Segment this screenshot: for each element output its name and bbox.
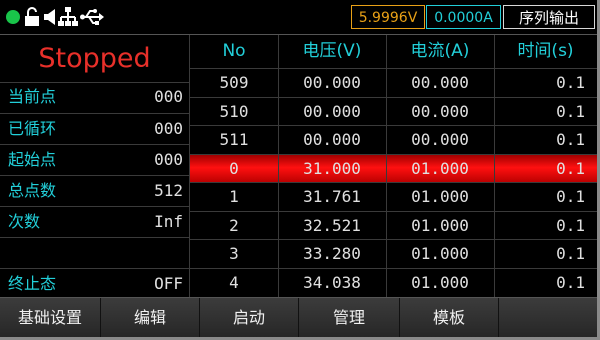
cell-current: 01.000 bbox=[411, 215, 469, 235]
info-value: Inf bbox=[154, 212, 183, 231]
table-row[interactable]: 1 31.761 01.000 0.1 bbox=[190, 183, 597, 211]
divider bbox=[0, 268, 189, 269]
info-label: 当前点 bbox=[8, 87, 57, 106]
cell-time: 0.1 bbox=[556, 244, 585, 263]
status-bar: 5.9996V 0.0000A 序列输出 bbox=[0, 0, 597, 34]
info-row-empty bbox=[0, 239, 189, 266]
cell-current: 01.000 bbox=[411, 272, 469, 292]
status-dot-icon bbox=[6, 10, 20, 24]
divider bbox=[0, 206, 189, 207]
info-value: 000 bbox=[154, 150, 183, 169]
cell-voltage: 32.521 bbox=[303, 215, 361, 235]
info-label: 次数 bbox=[8, 212, 41, 231]
info-label: 起始点 bbox=[8, 150, 57, 169]
column-divider bbox=[386, 35, 387, 297]
cell-no: 509 bbox=[219, 73, 249, 92]
network-icon bbox=[58, 7, 78, 26]
device-screen: 5.9996V 0.0000A 序列输出 Stopped 当前点 000 已循环… bbox=[0, 0, 600, 340]
cell-voltage: 34.038 bbox=[303, 272, 361, 292]
sequence-info-panel: Stopped 当前点 000 已循环 000 起始点 000 总点数 512 … bbox=[0, 35, 189, 297]
softkey-basic-settings[interactable]: 基础设置 bbox=[0, 298, 101, 337]
cell-no: 2 bbox=[229, 215, 239, 235]
column-header-no: No bbox=[222, 41, 246, 61]
table-row[interactable]: 3 33.280 01.000 0.1 bbox=[190, 240, 597, 268]
divider bbox=[0, 175, 189, 176]
cell-no: 510 bbox=[219, 101, 249, 121]
info-value: OFF bbox=[154, 274, 183, 293]
current-readout: 0.0000A bbox=[426, 5, 501, 29]
cell-voltage: 00.000 bbox=[303, 101, 361, 121]
softkey-template[interactable]: 模板 bbox=[400, 298, 499, 337]
divider bbox=[0, 237, 189, 238]
softkey-bar: 基础设置 编辑 启动 管理 模板 bbox=[0, 297, 597, 337]
info-row-cycled: 已循环 000 bbox=[0, 115, 189, 142]
info-row-current-point: 当前点 000 bbox=[0, 83, 189, 110]
info-label: 已循环 bbox=[8, 119, 57, 138]
cell-current: 00.000 bbox=[411, 73, 469, 92]
table-row-selected[interactable]: 0 31.000 01.000 0.1 bbox=[190, 154, 597, 183]
cell-no: 1 bbox=[229, 187, 239, 206]
cell-voltage: 00.000 bbox=[303, 130, 361, 149]
divider bbox=[0, 144, 189, 145]
table-row[interactable]: 510 00.000 00.000 0.1 bbox=[190, 98, 597, 126]
cell-voltage: 31.761 bbox=[303, 187, 361, 206]
info-value: 512 bbox=[154, 181, 183, 200]
info-row-end-state: 终止态 OFF bbox=[0, 270, 189, 297]
table-row[interactable]: 509 00.000 00.000 0.1 bbox=[190, 69, 597, 97]
info-label: 终止态 bbox=[8, 274, 57, 293]
info-row-count: 次数 Inf bbox=[0, 208, 189, 235]
cell-time: 0.1 bbox=[556, 73, 585, 92]
cell-current: 01.000 bbox=[411, 158, 469, 178]
column-header-current: 电流(A) bbox=[410, 41, 470, 61]
softkey-start[interactable]: 启动 bbox=[200, 298, 299, 337]
voltage-readout: 5.9996V bbox=[351, 5, 425, 29]
info-value: 000 bbox=[154, 119, 183, 138]
speaker-icon bbox=[44, 9, 55, 25]
column-divider bbox=[494, 35, 495, 297]
softkey-empty[interactable] bbox=[499, 298, 597, 337]
info-value: 000 bbox=[154, 87, 183, 106]
column-divider bbox=[278, 35, 279, 297]
column-header-voltage: 电压(V) bbox=[302, 41, 362, 61]
cell-no: 3 bbox=[229, 244, 239, 263]
softkey-edit[interactable]: 编辑 bbox=[101, 298, 200, 337]
usb-icon bbox=[80, 9, 104, 25]
divider bbox=[0, 113, 189, 114]
column-header-time: 时间(s) bbox=[517, 41, 574, 61]
cell-time: 0.1 bbox=[556, 272, 585, 292]
cell-time: 0.1 bbox=[556, 187, 585, 206]
sequence-table: No 电压(V) 电流(A) 时间(s) 509 00.000 00.000 0.1 5… bbox=[190, 35, 597, 297]
table-row[interactable]: 2 32.521 01.000 0.1 bbox=[190, 212, 597, 240]
run-state: Stopped bbox=[38, 43, 151, 74]
cell-current: 00.000 bbox=[411, 130, 469, 149]
cell-time: 0.1 bbox=[556, 158, 585, 178]
info-row-total-points: 总点数 512 bbox=[0, 177, 189, 204]
cell-voltage: 31.000 bbox=[303, 158, 361, 178]
cell-time: 0.1 bbox=[556, 130, 585, 149]
softkey-manage[interactable]: 管理 bbox=[299, 298, 400, 337]
cell-current: 01.000 bbox=[411, 244, 469, 263]
cell-voltage: 00.000 bbox=[303, 73, 361, 92]
mode-label: 序列输出 bbox=[503, 5, 595, 29]
info-label: 总点数 bbox=[8, 181, 57, 200]
cell-no: 4 bbox=[229, 272, 239, 292]
cell-voltage: 33.280 bbox=[303, 244, 361, 263]
cell-time: 0.1 bbox=[556, 101, 585, 121]
cell-current: 01.000 bbox=[411, 187, 469, 206]
info-row-start-point: 起始点 000 bbox=[0, 146, 189, 173]
cell-no: 511 bbox=[219, 130, 249, 149]
cell-time: 0.1 bbox=[556, 215, 585, 235]
cell-no: 0 bbox=[229, 158, 239, 178]
cell-current: 00.000 bbox=[411, 101, 469, 121]
lock-icon bbox=[25, 7, 39, 26]
table-row[interactable]: 4 34.038 01.000 0.1 bbox=[190, 269, 597, 297]
table-row[interactable]: 511 00.000 00.000 0.1 bbox=[190, 126, 597, 154]
